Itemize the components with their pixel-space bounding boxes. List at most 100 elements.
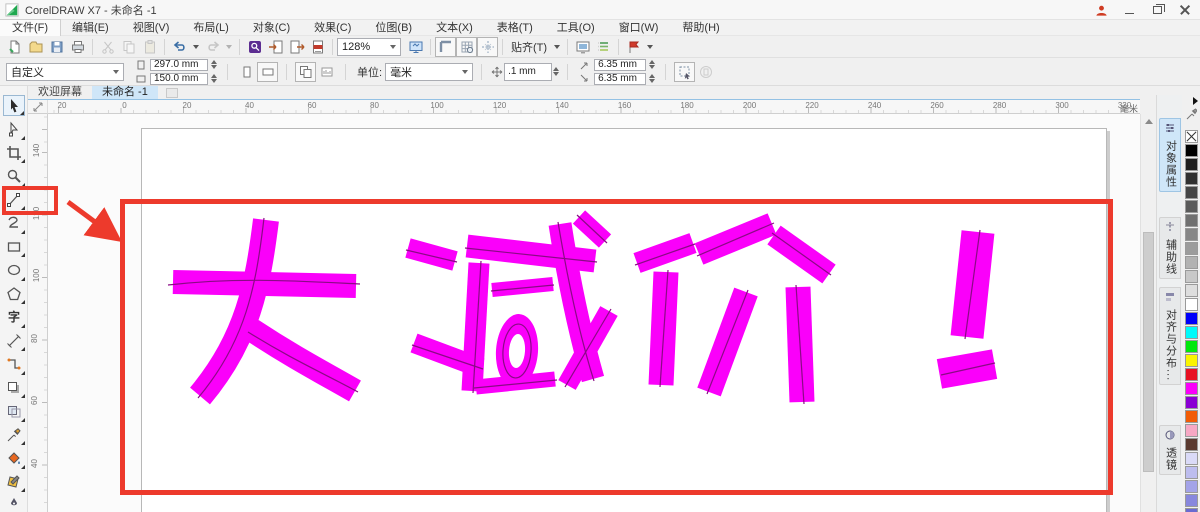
- artistic-media-tool[interactable]: [3, 213, 25, 234]
- drawing-canvas[interactable]: 大减价!: [48, 114, 1140, 512]
- snap-to-dropdown[interactable]: 贴齐(T): [507, 39, 551, 55]
- palette-swatch[interactable]: [1185, 480, 1198, 493]
- outline-pen-tool[interactable]: [3, 495, 25, 512]
- vertical-ruler[interactable]: 140120100806040: [28, 114, 48, 512]
- tab-untitled-1[interactable]: 未命名 -1: [92, 86, 158, 99]
- save-button[interactable]: [46, 37, 67, 57]
- horizontal-ruler[interactable]: 毫米 2002040608010012014016018020022024026…: [48, 100, 1140, 114]
- page-width-spinner[interactable]: [211, 60, 217, 69]
- duplicate-x-spinner[interactable]: [649, 60, 655, 69]
- menu-item-6[interactable]: 位图(B): [363, 20, 424, 36]
- all-pages-button[interactable]: [295, 62, 316, 82]
- connector-tool[interactable]: [3, 354, 25, 375]
- undo-button[interactable]: [169, 37, 190, 57]
- palette-swatch[interactable]: [1185, 340, 1198, 353]
- polygon-tool[interactable]: [3, 283, 25, 304]
- no-color-swatch[interactable]: [1185, 130, 1198, 143]
- publish-pdf-button[interactable]: [307, 37, 328, 57]
- palette-swatch[interactable]: [1185, 284, 1198, 297]
- menu-item-2[interactable]: 视图(V): [121, 20, 182, 36]
- units-combo[interactable]: 毫米: [385, 63, 473, 81]
- import-button[interactable]: [265, 37, 286, 57]
- menu-item-1[interactable]: 编辑(E): [60, 20, 121, 36]
- palette-swatch[interactable]: [1185, 438, 1198, 451]
- menu-item-7[interactable]: 文本(X): [424, 20, 485, 36]
- duplicate-y-spinner[interactable]: [649, 74, 655, 83]
- color-eyedropper-tool[interactable]: [3, 424, 25, 445]
- palette-swatch[interactable]: [1185, 452, 1198, 465]
- palette-swatch[interactable]: [1185, 270, 1198, 283]
- palette-swatch[interactable]: [1185, 228, 1198, 241]
- palette-eyedropper-icon[interactable]: [1185, 107, 1197, 121]
- palette-swatch[interactable]: [1185, 508, 1198, 512]
- palette-swatch[interactable]: [1185, 326, 1198, 339]
- landscape-button[interactable]: [257, 62, 278, 82]
- palette-flyout-icon[interactable]: [1193, 97, 1198, 105]
- palette-swatch[interactable]: [1185, 354, 1198, 367]
- rectangle-tool[interactable]: [3, 236, 25, 257]
- transparency-tool[interactable]: [3, 401, 25, 422]
- print-button[interactable]: [67, 37, 88, 57]
- duplicate-x-field[interactable]: 6.35 mm: [594, 59, 646, 71]
- docker-tab-1[interactable]: 辅助线: [1159, 217, 1181, 279]
- crop-tool[interactable]: [3, 142, 25, 163]
- application-launcher-button[interactable]: [593, 37, 614, 57]
- account-button[interactable]: [1088, 1, 1114, 19]
- docker-tab-0[interactable]: 对象属性: [1159, 118, 1181, 192]
- minimize-button[interactable]: [1116, 1, 1142, 19]
- drop-shadow-tool[interactable]: [3, 377, 25, 398]
- launcher-caret-icon[interactable]: [647, 45, 653, 49]
- palette-swatch[interactable]: [1185, 158, 1198, 171]
- text-tool[interactable]: 字: [3, 307, 25, 328]
- paste-button[interactable]: [139, 37, 160, 57]
- welcome-screen-launcher-button[interactable]: [623, 37, 644, 57]
- palette-swatch[interactable]: [1185, 186, 1198, 199]
- palette-swatch[interactable]: [1185, 466, 1198, 479]
- restore-button[interactable]: [1144, 1, 1170, 19]
- current-page-button[interactable]: [316, 62, 337, 82]
- smart-fill-tool[interactable]: [3, 471, 25, 492]
- zoom-tool[interactable]: [3, 166, 25, 187]
- menu-item-5[interactable]: 效果(C): [302, 20, 363, 36]
- menu-item-3[interactable]: 布局(L): [181, 20, 240, 36]
- ruler-origin[interactable]: [28, 100, 48, 114]
- page-width-field[interactable]: 297.0 mm: [150, 59, 208, 71]
- page-preset-combo[interactable]: 自定义: [6, 63, 124, 81]
- duplicate-y-field[interactable]: 6.35 mm: [594, 73, 646, 85]
- palette-swatch[interactable]: [1185, 368, 1198, 381]
- docker-tab-2[interactable]: 对齐与分布...: [1159, 287, 1181, 385]
- interactive-fill-tool[interactable]: [3, 448, 25, 469]
- show-grid-toggle[interactable]: [456, 37, 477, 57]
- palette-swatch[interactable]: [1185, 242, 1198, 255]
- palette-swatch[interactable]: [1185, 214, 1198, 227]
- show-guidelines-toggle[interactable]: [477, 37, 498, 57]
- palette-swatch[interactable]: [1185, 312, 1198, 325]
- palette-swatch[interactable]: [1185, 144, 1198, 157]
- menu-item-10[interactable]: 窗口(W): [607, 20, 671, 36]
- menu-item-8[interactable]: 表格(T): [485, 20, 545, 36]
- palette-swatch[interactable]: [1185, 410, 1198, 423]
- snap-caret-icon[interactable]: [554, 45, 560, 49]
- cut-button[interactable]: [97, 37, 118, 57]
- search-content-button[interactable]: [244, 37, 265, 57]
- redo-dropdown[interactable]: [226, 45, 232, 49]
- zoom-level-combo[interactable]: 128%: [337, 38, 401, 56]
- show-rulers-toggle[interactable]: [435, 37, 456, 57]
- close-button[interactable]: [1172, 1, 1198, 19]
- menu-item-4[interactable]: 对象(C): [241, 20, 302, 36]
- page-height-spinner[interactable]: [211, 74, 217, 83]
- treat-as-filled-button[interactable]: [674, 62, 695, 82]
- open-button[interactable]: [25, 37, 46, 57]
- menu-item-9[interactable]: 工具(O): [545, 20, 607, 36]
- tab-welcome-screen[interactable]: 欢迎屏幕: [28, 86, 92, 99]
- nudge-field[interactable]: .1 mm: [504, 63, 552, 81]
- ellipse-tool[interactable]: [3, 260, 25, 281]
- undo-dropdown[interactable]: [193, 45, 199, 49]
- parallel-dimension-tool[interactable]: [3, 330, 25, 351]
- full-screen-preview-button[interactable]: [405, 37, 426, 57]
- minimize-propbar-button[interactable]: [695, 62, 716, 82]
- redo-button[interactable]: [202, 37, 223, 57]
- docker-tab-3[interactable]: 透镜: [1159, 425, 1181, 475]
- palette-swatch[interactable]: [1185, 396, 1198, 409]
- pick-tool[interactable]: [3, 95, 25, 116]
